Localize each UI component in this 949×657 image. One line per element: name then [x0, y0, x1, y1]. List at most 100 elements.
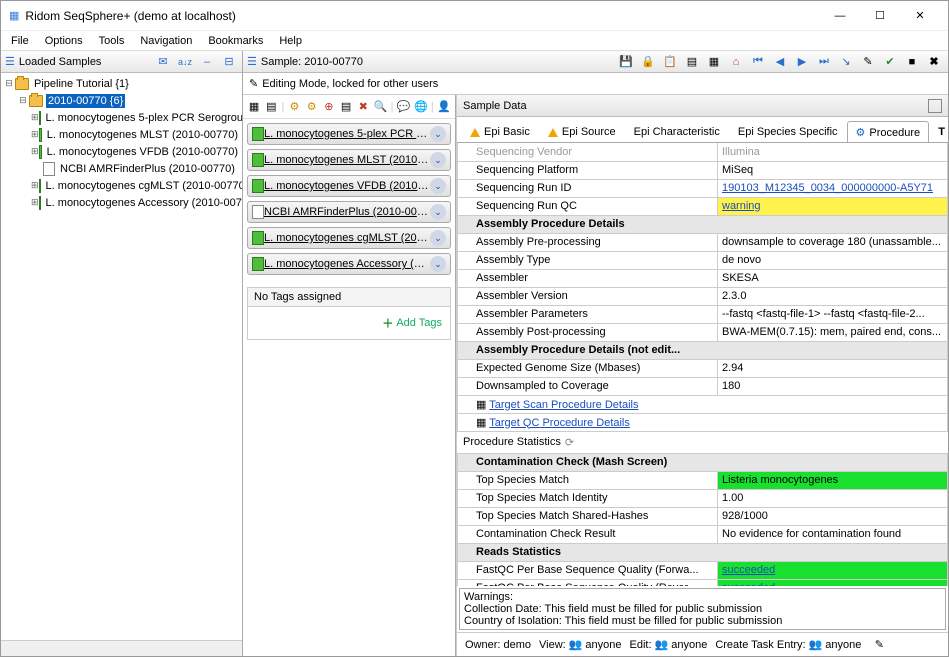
prev-icon[interactable]: ◀ — [770, 53, 790, 71]
field-link[interactable]: warning — [722, 200, 761, 212]
detail-link[interactable]: Target QC Procedure Details — [489, 417, 630, 429]
chevron-down-icon[interactable]: ⌄ — [430, 152, 446, 168]
tree-row[interactable]: ⊞L. monocytogenes Accessory (2010-00770) — [3, 194, 240, 211]
table-row: Assembly Typede novo — [458, 251, 948, 269]
mt2[interactable]: ▤ — [264, 98, 278, 116]
search-icon[interactable]: 🔍 — [373, 98, 387, 116]
expander-icon[interactable]: ⊞ — [31, 180, 39, 191]
comment-icon[interactable]: 💬 — [396, 98, 410, 116]
chevron-down-icon[interactable]: ⌄ — [430, 204, 446, 220]
last-icon[interactable]: ⏭ — [814, 53, 834, 71]
user-icon[interactable]: 👤 — [437, 98, 451, 116]
close-button[interactable]: ✕ — [900, 2, 940, 30]
tab-epi-species-specific[interactable]: Epi Species Specific — [729, 121, 847, 142]
chevron-down-icon[interactable]: ⌄ — [430, 126, 446, 142]
data-scroll[interactable]: Sequencing VendorIlluminaSequencing Plat… — [457, 143, 948, 586]
delete-icon[interactable]: ✖ — [356, 98, 370, 116]
tab-procedure[interactable]: ⚙Procedure — [847, 121, 930, 143]
open-icon[interactable]: ✉ — [154, 53, 172, 71]
warnings-title: Warnings: — [464, 591, 941, 603]
expander-icon[interactable]: ⊞ — [31, 197, 39, 208]
sample-data-title: Sample Data — [463, 100, 928, 112]
field-value: MiSeq — [718, 161, 948, 179]
globe-icon[interactable]: 🌐 — [414, 98, 428, 116]
procedure-item[interactable]: L. monocytogenes 5-plex PCR Sero...⌄ — [247, 123, 451, 145]
plus-icon: ＋ — [382, 315, 393, 331]
field-link[interactable]: succeeded — [722, 564, 775, 576]
mt6[interactable]: ▤ — [339, 98, 353, 116]
menu-options[interactable]: Options — [39, 33, 89, 49]
target-icon[interactable]: ⊕ — [322, 98, 336, 116]
procedure-item[interactable]: L. monocytogenes cgMLST (2010-00...⌄ — [247, 227, 451, 249]
tree-row[interactable]: ⊟Pipeline Tutorial {1} — [3, 75, 240, 92]
expander-icon[interactable]: ⊟ — [3, 78, 15, 89]
mt1[interactable]: ▦ — [247, 98, 261, 116]
remove-icon[interactable]: – — [198, 53, 216, 71]
tab-results[interactable]: TResults — [929, 121, 948, 142]
proc-icon — [252, 257, 264, 271]
tree-row[interactable]: ⊞L. monocytogenes 5-plex PCR Serogroup — [3, 109, 240, 126]
menu-bookmarks[interactable]: Bookmarks — [202, 33, 269, 49]
field-link[interactable]: 190103_M12345_0034_000000000-A5Y71 — [722, 182, 933, 194]
tree-row[interactable]: ⊞L. monocytogenes cgMLST (2010-00770) — [3, 177, 240, 194]
table-row: Assembly Procedure Details (not edit... — [458, 341, 948, 359]
proc-label: L. monocytogenes cgMLST (2010-00... — [264, 232, 430, 244]
close-sample-icon[interactable]: ✖ — [924, 53, 944, 71]
expander-icon[interactable]: ⊞ — [31, 146, 39, 157]
menu-help[interactable]: Help — [273, 33, 308, 49]
expander-icon[interactable]: ⊟ — [17, 95, 29, 106]
tree-row[interactable]: ⊞L. monocytogenes MLST (2010-00770) — [3, 126, 240, 143]
detail-link[interactable]: Target Scan Procedure Details — [489, 399, 638, 411]
sort-icon[interactable]: a↓z — [176, 53, 194, 71]
menu-tools[interactable]: Tools — [93, 33, 131, 49]
procedure-item[interactable]: L. monocytogenes VFDB (2010-00770)⌄ — [247, 175, 451, 197]
maximize-button[interactable]: ☐ — [860, 2, 900, 30]
folder-icon — [29, 95, 43, 107]
field-link[interactable]: succeeded — [722, 582, 775, 586]
save-icon[interactable]: 💾 — [616, 53, 636, 71]
gear2-icon[interactable]: ⚙ — [305, 98, 319, 116]
field-value: No evidence for contamination found — [718, 525, 948, 543]
gear-icon[interactable]: ⚙ — [287, 98, 301, 116]
tree-row[interactable]: NCBI AMRFinderPlus (2010-00770) — [3, 160, 240, 177]
lock-icon[interactable]: 🔒 — [638, 53, 658, 71]
add-tags-button[interactable]: ＋ Add Tags — [382, 315, 442, 331]
tab-epi-basic[interactable]: Epi Basic — [461, 121, 539, 142]
menu-navigation[interactable]: Navigation — [134, 33, 198, 49]
edit-perms-icon[interactable]: ✎ — [869, 636, 889, 654]
stop-icon[interactable]: ■ — [902, 53, 922, 71]
tab-epi-characteristic[interactable]: Epi Characteristic — [625, 121, 729, 142]
refresh-icon[interactable]: ⟳ — [565, 436, 574, 449]
chevron-down-icon[interactable]: ⌄ — [430, 256, 446, 272]
apply-icon[interactable]: ↘ — [836, 53, 856, 71]
table-icon[interactable]: ▤ — [682, 53, 702, 71]
expander-icon[interactable]: ⊞ — [31, 129, 39, 140]
clipboard-icon[interactable]: 📋 — [660, 53, 680, 71]
collapse-icon[interactable]: ⊟ — [220, 53, 238, 71]
minimize-button[interactable]: ― — [820, 2, 860, 30]
first-icon[interactable]: ⏮ — [748, 53, 768, 71]
next-icon[interactable]: ▶ — [792, 53, 812, 71]
field-label: Contamination Check Result — [458, 525, 718, 543]
table-row: FastQC Per Base Sequence Quality (Forwa.… — [458, 561, 948, 579]
sample-tree[interactable]: ⊟Pipeline Tutorial {1}⊟2010-00770 {6}⊞L.… — [1, 73, 242, 640]
edit-label: Edit: — [630, 639, 652, 651]
tab-epi-source[interactable]: Epi Source — [539, 121, 625, 142]
tree-row[interactable]: ⊞L. monocytogenes VFDB (2010-00770) — [3, 143, 240, 160]
menu-file[interactable]: File — [5, 33, 35, 49]
procedure-item[interactable]: NCBI AMRFinderPlus (2010-00770)⌄ — [247, 201, 451, 223]
chevron-down-icon[interactable]: ⌄ — [430, 230, 446, 246]
tb5[interactable]: ▦ — [704, 53, 724, 71]
tree-hscroll[interactable] — [1, 640, 242, 656]
chevron-down-icon[interactable]: ⌄ — [430, 178, 446, 194]
procedure-item[interactable]: L. monocytogenes MLST (2010-00770)⌄ — [247, 149, 451, 171]
maximize-pane-icon[interactable] — [928, 99, 942, 113]
field-label: Assembly Pre-processing — [458, 233, 718, 251]
tree-row[interactable]: ⊟2010-00770 {6} — [3, 92, 240, 109]
procedure-item[interactable]: L. monocytogenes Accessory (2010...⌄ — [247, 253, 451, 275]
edit-icon[interactable]: ✎ — [858, 53, 878, 71]
home-icon[interactable]: ⌂ — [726, 53, 746, 71]
check-icon[interactable]: ✔ — [880, 53, 900, 71]
expander-icon[interactable]: ⊞ — [31, 112, 39, 123]
procedure-statistics-label: Procedure Statistics — [463, 436, 561, 448]
